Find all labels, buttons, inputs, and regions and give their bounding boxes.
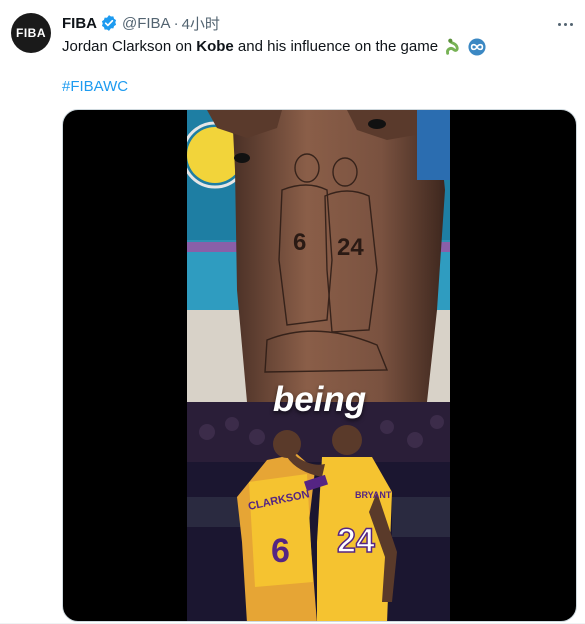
tattoo-number-left: 6 (293, 229, 306, 256)
lakers-frame: 6 24 CLARKSON BRYANT (187, 402, 450, 621)
timestamp[interactable]: 4小时 (182, 13, 220, 34)
jersey-number-right: 24 (337, 522, 375, 560)
jersey-name-right: BRYANT (355, 490, 392, 500)
tattoo-number-right: 24 (337, 234, 364, 261)
display-name[interactable]: FIBA (62, 15, 97, 32)
tweet-text: Jordan Clarkson on Kobe and his influenc… (62, 37, 486, 57)
more-options-icon[interactable] (553, 14, 577, 34)
avatar-logo-text: FIBA (16, 26, 46, 40)
lakers-image: 6 24 CLARKSON BRYANT (187, 402, 450, 621)
avatar[interactable]: FIBA (11, 13, 51, 53)
handle[interactable]: @FIBA (122, 15, 171, 32)
tattoo-frame: 6 24 (187, 110, 450, 402)
separator-dot: · (173, 14, 179, 32)
verified-badge-icon (101, 15, 117, 31)
tattoo-image: 6 24 (187, 110, 450, 402)
tweet-text-after: and his influence on the game (233, 38, 439, 55)
snake-emoji-icon (446, 38, 459, 55)
tweet-card[interactable]: FIBA FIBA @FIBA · 4小时 Jordan Clarkson on… (0, 0, 585, 624)
tweet-text-before: Jordan Clarkson on (62, 38, 197, 55)
tweet-header: FIBA @FIBA · 4小时 (62, 13, 220, 33)
tweet-text-bold: Kobe (196, 38, 234, 55)
video-player[interactable]: 6 24 6 24 CLARKSON BRYANT being (62, 109, 577, 622)
hashtag-link[interactable]: #FIBAWC (62, 77, 128, 97)
jersey-number-left: 6 (271, 532, 290, 570)
infinity-emoji-icon (468, 38, 486, 56)
video-caption: being (272, 380, 367, 419)
